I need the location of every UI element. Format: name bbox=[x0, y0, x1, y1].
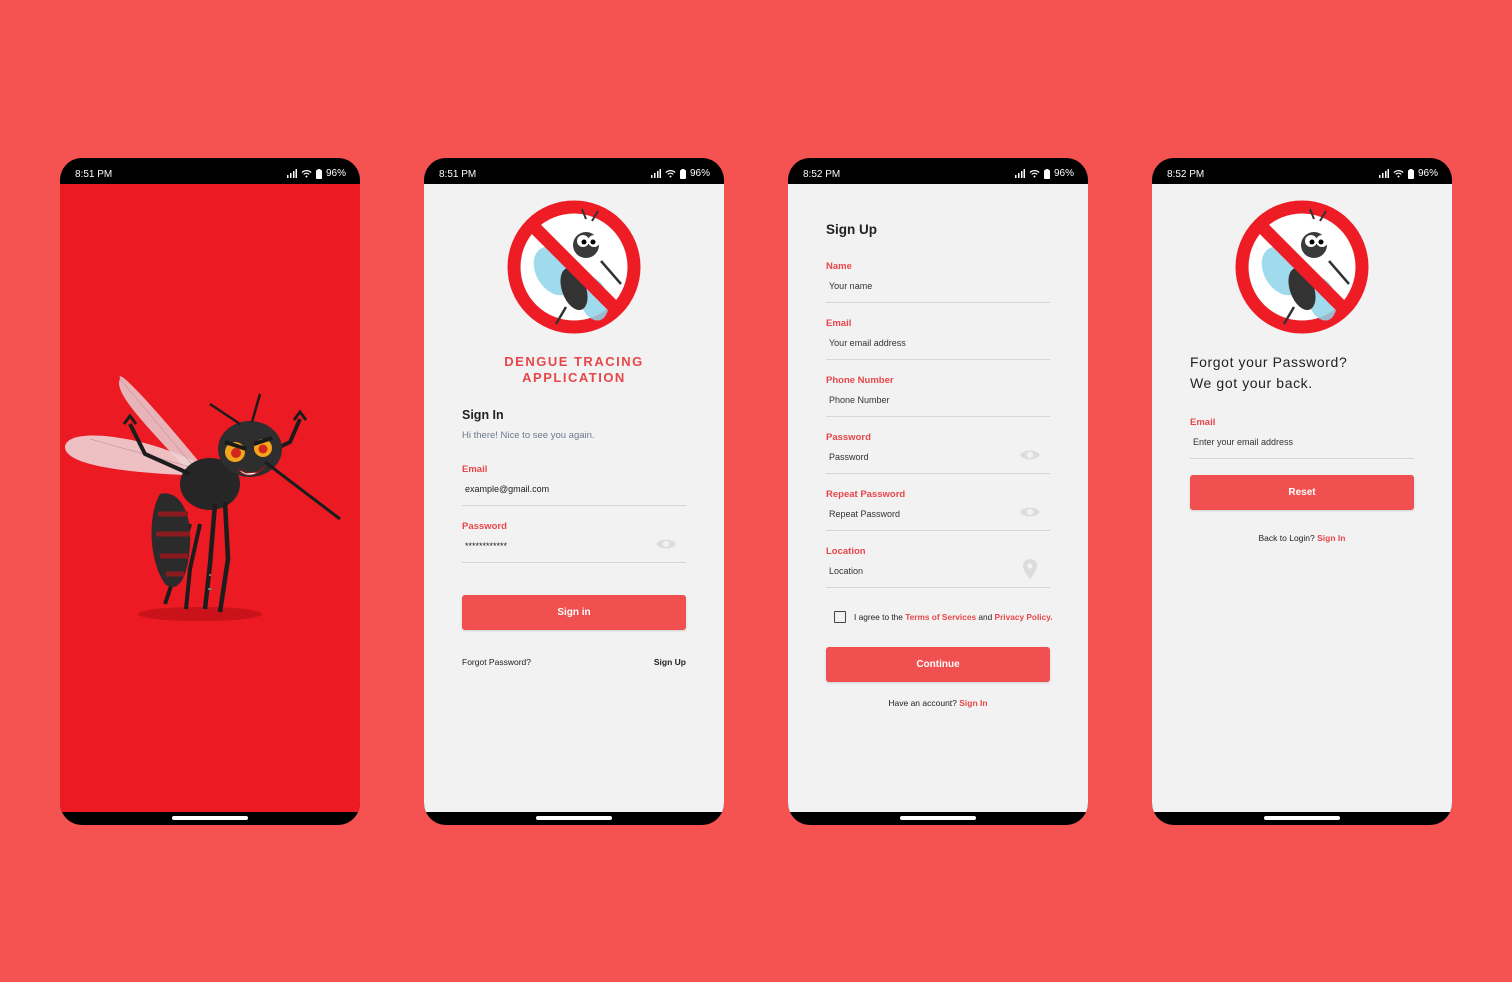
email-field[interactable]: example@gmail.com bbox=[465, 484, 549, 494]
signal-icon bbox=[650, 169, 661, 178]
home-indicator[interactable] bbox=[900, 816, 976, 820]
page-title: Sign Up bbox=[826, 222, 877, 237]
status-time: 8:52 PM bbox=[1167, 169, 1205, 180]
status-bar: 8:52 PM 96% bbox=[788, 158, 1088, 184]
phone-splash: 8:51 PM 96% bbox=[60, 158, 360, 825]
page-title: Forgot your Password? We got your back. bbox=[1190, 354, 1348, 391]
forgot-password-link[interactable]: Forgot Password? bbox=[462, 657, 531, 667]
signin-screen: DENGUE TRACING APPLICATION Sign In Hi th… bbox=[424, 184, 724, 812]
eye-icon[interactable] bbox=[1019, 448, 1041, 462]
status-bar: 8:51 PM 96% bbox=[424, 158, 724, 184]
email-input[interactable]: Enter your email address bbox=[1193, 437, 1293, 447]
wifi-icon bbox=[665, 170, 676, 178]
have-account-text: Have an account? Sign In bbox=[888, 698, 988, 708]
status-time: 8:51 PM bbox=[75, 169, 113, 180]
signal-icon bbox=[1014, 169, 1025, 178]
status-time: 8:52 PM bbox=[803, 169, 841, 180]
reset-button[interactable]: Reset bbox=[1190, 475, 1414, 510]
battery-icon bbox=[1407, 168, 1414, 179]
signup-screen: Sign Up Name Your name Email Your email … bbox=[788, 184, 1088, 812]
battery-icon bbox=[679, 168, 686, 179]
signal-icon bbox=[1378, 169, 1389, 178]
splash-screen bbox=[60, 184, 360, 812]
eye-icon[interactable] bbox=[1019, 505, 1041, 519]
eye-icon[interactable] bbox=[655, 537, 677, 551]
page-title: Sign In bbox=[462, 408, 504, 422]
battery-icon bbox=[315, 168, 322, 179]
repeat-password-input[interactable]: Repeat Password bbox=[829, 509, 900, 519]
phone-signin: 8:51 PM 96% DENGUE TRACING APPLICATION S… bbox=[424, 158, 724, 825]
status-bar: 8:52 PM 96% bbox=[1152, 158, 1452, 184]
email-label: Email bbox=[826, 318, 852, 329]
privacy-link[interactable]: Privacy Policy. bbox=[995, 612, 1053, 622]
name-input[interactable]: Your name bbox=[829, 281, 872, 291]
battery-percent: 96% bbox=[1417, 168, 1438, 179]
app-title-line1: DENGUE TRACING bbox=[504, 354, 644, 369]
no-mosquito-logo bbox=[507, 200, 641, 334]
battery-percent: 96% bbox=[1053, 168, 1074, 179]
battery-percent: 96% bbox=[325, 168, 346, 179]
repeat-password-label: Repeat Password bbox=[826, 489, 906, 500]
password-field[interactable]: ************ bbox=[465, 541, 507, 551]
app-title: DENGUE TRACING APPLICATION bbox=[424, 354, 724, 386]
home-indicator[interactable] bbox=[536, 816, 612, 820]
phone-forgot-password: 8:52 PM 96% Forgot your Password? We got… bbox=[1152, 158, 1452, 825]
signin-button[interactable]: Sign in bbox=[462, 595, 686, 630]
wifi-icon bbox=[301, 170, 312, 178]
phone-signup: 8:52 PM 96% Sign Up Name Your name Email… bbox=[788, 158, 1088, 825]
signin-link[interactable]: Sign In bbox=[959, 698, 987, 708]
phone-label: Phone Number bbox=[826, 375, 894, 386]
signin-link[interactable]: Sign In bbox=[1317, 533, 1345, 543]
name-label: Name bbox=[826, 261, 852, 272]
location-label: Location bbox=[826, 546, 866, 557]
phone-input[interactable]: Phone Number bbox=[829, 395, 890, 405]
continue-button[interactable]: Continue bbox=[826, 647, 1050, 682]
terms-text: I agree to the Terms of Services and Pri… bbox=[854, 612, 1053, 622]
page-subtitle: Hi there! Nice to see you again. bbox=[462, 430, 595, 441]
terms-checkbox[interactable] bbox=[834, 611, 846, 623]
location-input[interactable]: Location bbox=[829, 566, 863, 576]
password-label: Password bbox=[826, 432, 871, 443]
home-indicator[interactable] bbox=[1264, 816, 1340, 820]
password-input[interactable]: Password bbox=[829, 452, 869, 462]
signal-icon bbox=[286, 169, 297, 178]
home-indicator[interactable] bbox=[172, 816, 248, 820]
forgot-password-screen: Forgot your Password? We got your back. … bbox=[1152, 184, 1452, 812]
signup-link[interactable]: Sign Up bbox=[654, 657, 686, 667]
email-label: Email bbox=[462, 464, 488, 475]
mosquito-illustration bbox=[64, 376, 341, 621]
app-title-line2: APPLICATION bbox=[522, 370, 626, 385]
battery-icon bbox=[1043, 168, 1050, 179]
email-input[interactable]: Your email address bbox=[829, 338, 906, 348]
wifi-icon bbox=[1029, 170, 1040, 178]
email-label: Email bbox=[1190, 417, 1216, 428]
status-time: 8:51 PM bbox=[439, 169, 477, 180]
battery-percent: 96% bbox=[689, 168, 710, 179]
location-pin-icon[interactable] bbox=[1023, 559, 1037, 579]
wifi-icon bbox=[1393, 170, 1404, 178]
terms-link[interactable]: Terms of Services bbox=[905, 612, 976, 622]
no-mosquito-logo bbox=[1235, 200, 1369, 334]
back-to-login-text: Back to Login? Sign In bbox=[1258, 533, 1346, 543]
status-bar: 8:51 PM 96% bbox=[60, 158, 360, 184]
password-label: Password bbox=[462, 521, 507, 532]
